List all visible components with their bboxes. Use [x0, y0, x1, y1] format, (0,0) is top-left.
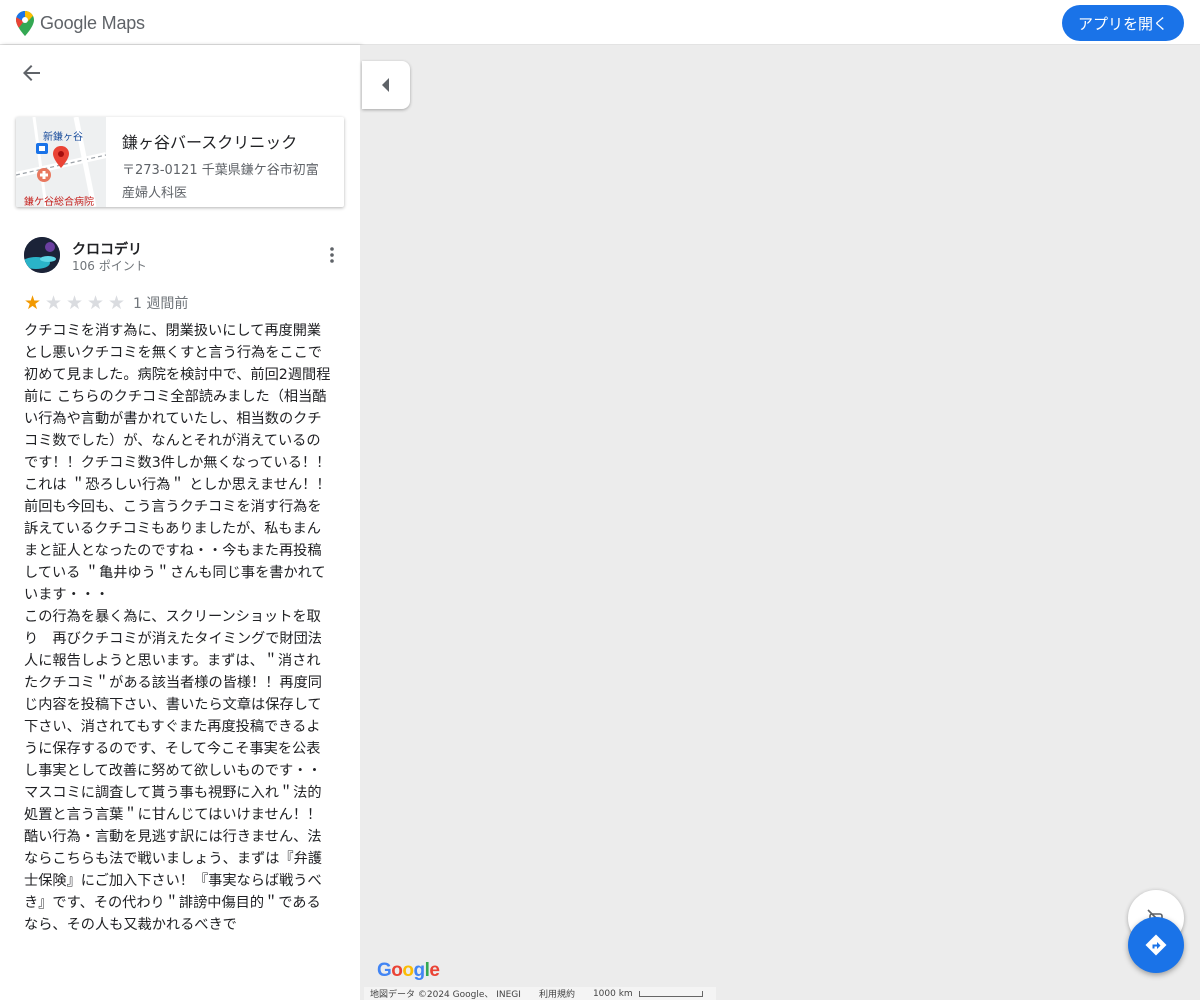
thumb-hospital-label: 鎌ケ谷総合病院: [24, 197, 94, 207]
thumb-station-label: 新鎌ヶ谷: [43, 132, 83, 143]
top-bar: Google Maps アプリを開く: [0, 0, 1200, 45]
map-canvas[interactable]: [360, 45, 1200, 1000]
place-address: 〒273-0121 千葉県鎌ケ谷市初富: [122, 163, 319, 178]
maps-pin-logo: [16, 10, 34, 36]
star-icon: ★: [45, 292, 63, 314]
reviewer-points: 106 ポイント: [72, 259, 147, 273]
caret-left-icon: [382, 78, 389, 92]
google-maps-brand[interactable]: Google Maps: [16, 10, 145, 36]
star-icon: ★: [66, 292, 84, 314]
reviewer-name[interactable]: クロコデリ: [72, 239, 142, 259]
terms-link[interactable]: 利用規約: [539, 987, 575, 1000]
more-options-button[interactable]: [320, 243, 344, 267]
review-panel: 新鎌ヶ谷 鎌ケ谷総合病院 鎌ヶ谷バースクリニック 〒273-0121 千葉県鎌ケ…: [0, 45, 360, 1000]
place-card[interactable]: 新鎌ヶ谷 鎌ケ谷総合病院 鎌ヶ谷バースクリニック 〒273-0121 千葉県鎌ケ…: [16, 117, 344, 207]
map-footer: 地図データ ©2024 Google、 INEGI 利用規約 1000 km: [364, 987, 716, 1000]
review-time: 1 週間前: [133, 296, 189, 312]
back-button[interactable]: [20, 61, 44, 85]
arrow-left-icon: [23, 65, 40, 81]
open-app-button[interactable]: アプリを開く: [1061, 5, 1184, 41]
scale-bar: [638, 990, 703, 997]
scale-label[interactable]: 1000 km: [593, 989, 633, 999]
more-vertical-icon: [330, 247, 334, 263]
place-map-thumbnail: 新鎌ヶ谷 鎌ケ谷総合病院: [16, 117, 106, 207]
star-icon: ★: [108, 292, 126, 314]
collapse-panel-button[interactable]: [362, 61, 410, 109]
directions-button[interactable]: [1128, 917, 1184, 973]
directions-icon: [1145, 934, 1167, 956]
reviewer-header: クロコデリ 106 ポイント: [24, 237, 344, 277]
place-category: 産婦人科医: [122, 186, 188, 201]
google-logo: Google: [377, 960, 440, 981]
place-name: 鎌ヶ谷バースクリニック: [122, 133, 298, 152]
place-info: 鎌ヶ谷バースクリニック 〒273-0121 千葉県鎌ケ谷市初富 産婦人科医: [122, 129, 332, 201]
rating-row: ★ ★ ★ ★ ★ 1 週間前: [24, 293, 188, 313]
brand-text: Google Maps: [40, 12, 145, 33]
star-icon: ★: [24, 292, 42, 314]
star-icon: ★: [87, 292, 105, 314]
map-attribution: 地図データ ©2024 Google、 INEGI: [370, 990, 521, 1000]
avatar[interactable]: [24, 237, 60, 273]
review-text: クチコミを消す為に、閉業扱いにして再度開業とし悪いクチコミを無くすと言う行為をこ…: [24, 323, 331, 933]
